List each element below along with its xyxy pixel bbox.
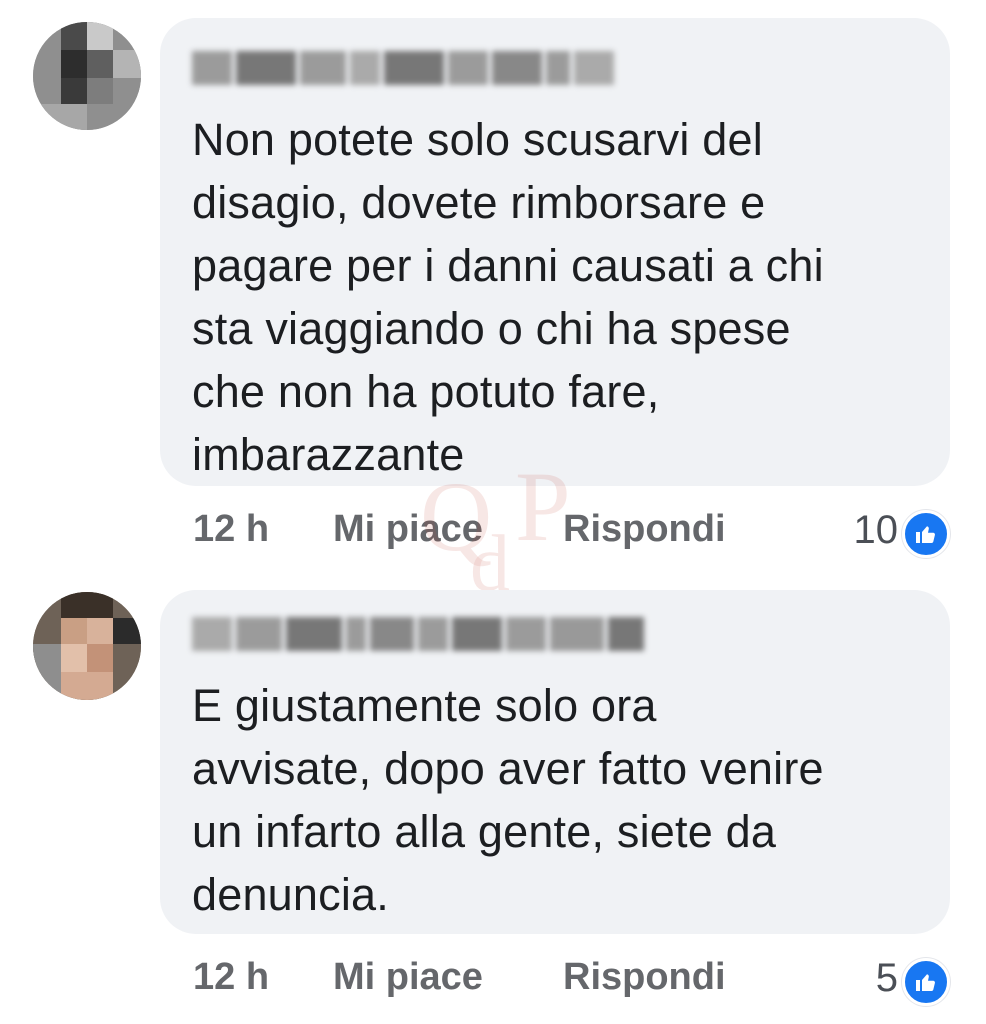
comment-line: sta viaggiando o chi ha spese	[192, 303, 791, 354]
comment-text: E giustamente solo ora avvisate, dopo av…	[192, 674, 910, 926]
author-name-redacted[interactable]	[192, 612, 644, 656]
avatar[interactable]	[33, 22, 141, 130]
thumbs-up-icon[interactable]	[902, 510, 950, 558]
comment-line: imbarazzante	[192, 429, 465, 480]
comment-line: avvisate, dopo aver fatto venire	[192, 743, 824, 794]
like-button[interactable]: Mi piace	[333, 508, 483, 551]
comment-line: che non ha potuto fare,	[192, 366, 660, 417]
reply-button[interactable]: Rispondi	[563, 508, 726, 551]
author-name-redacted[interactable]	[192, 46, 614, 90]
thumbs-up-icon[interactable]	[902, 958, 950, 1006]
comment-actions: 12 h Mi piace Rispondi 5	[0, 948, 986, 1008]
comment-line: Non potete solo scusarvi del	[192, 114, 763, 165]
comment-line: pagare per i danni causati a chi	[192, 240, 824, 291]
reply-button[interactable]: Rispondi	[563, 956, 726, 999]
comment-bubble: Non potete solo scusarvi del disagio, do…	[160, 18, 950, 486]
reaction-count[interactable]: 10	[854, 508, 899, 553]
comment-actions: 12 h Mi piace Rispondi 10	[0, 500, 986, 560]
comment-line: E giustamente solo ora	[192, 680, 657, 731]
comment-line: disagio, dovete rimborsare e	[192, 177, 766, 228]
comment-timestamp[interactable]: 12 h	[193, 956, 269, 999]
comment-bubble: E giustamente solo ora avvisate, dopo av…	[160, 590, 950, 934]
comment-text: Non potete solo scusarvi del disagio, do…	[192, 108, 910, 486]
comment-timestamp[interactable]: 12 h	[193, 508, 269, 551]
comment-line: un infarto alla gente, siete da	[192, 806, 777, 857]
reaction-count[interactable]: 5	[876, 956, 898, 1001]
comment-line: denuncia.	[192, 869, 389, 920]
avatar[interactable]	[33, 592, 141, 700]
like-button[interactable]: Mi piace	[333, 956, 483, 999]
